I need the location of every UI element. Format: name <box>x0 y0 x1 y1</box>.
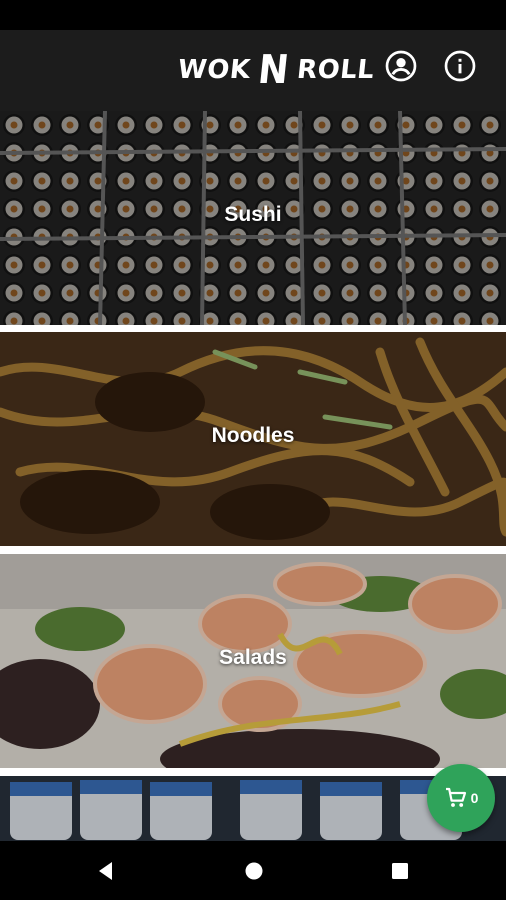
account-circle-icon[interactable] <box>385 50 417 82</box>
home-icon[interactable] <box>243 860 265 882</box>
recents-icon[interactable] <box>389 860 411 882</box>
system-nav-bar <box>0 841 506 900</box>
category-label-noodles: Noodles <box>211 424 295 447</box>
category-card-salads[interactable]: Salads <box>0 554 506 768</box>
category-card-sushi[interactable]: Sushi <box>0 111 506 325</box>
status-bar <box>0 0 506 30</box>
app-logo: WOK N ROLL <box>176 47 376 93</box>
cart-button[interactable]: 0 <box>427 764 495 832</box>
cart-count: 0 <box>470 790 479 806</box>
category-list: Sushi Noodles Salads <box>0 111 506 841</box>
app-bar: WOK N ROLL <box>0 30 506 111</box>
category-label-salads: Salads <box>219 646 287 669</box>
cart-icon <box>445 787 466 807</box>
info-icon[interactable] <box>444 50 476 82</box>
back-icon[interactable] <box>95 860 117 882</box>
category-label-sushi: Sushi <box>224 203 282 226</box>
category-card-noodles[interactable]: Noodles <box>0 332 506 546</box>
